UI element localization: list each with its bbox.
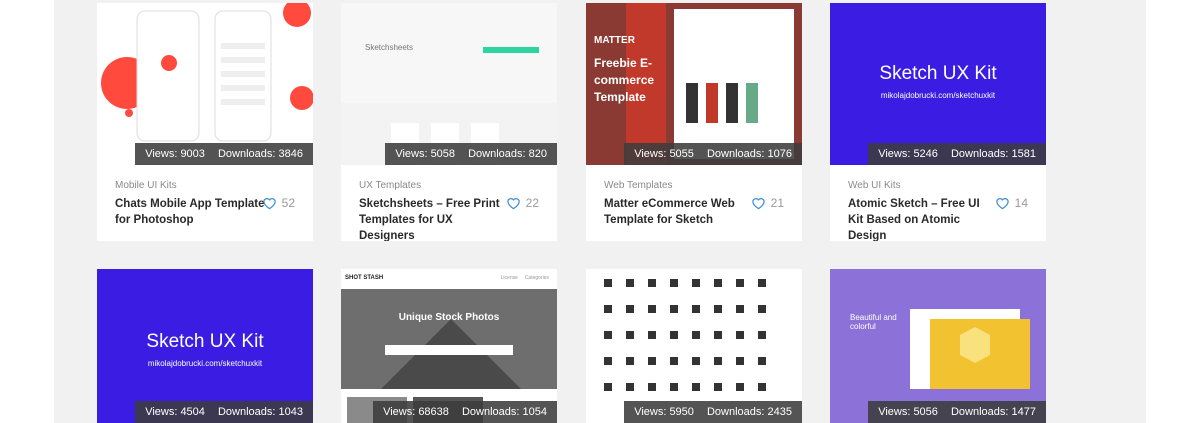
sketchsheets-preview-image	[341, 3, 557, 165]
downloads-count: Downloads: 1043	[217, 406, 303, 418]
card-category[interactable]: Web UI Kits	[848, 180, 901, 191]
stats-badge: Views: 5056 Downloads: 1477	[868, 401, 1046, 423]
downloads-count: Downloads: 3846	[217, 148, 303, 160]
card-category[interactable]: Web Templates	[604, 180, 673, 191]
views-count: Views: 5056	[878, 406, 938, 418]
thumb-heading: Sketchsheets	[364, 43, 414, 52]
template-card[interactable]: Beautiful and colorful Views: 5056 Downl…	[830, 269, 1046, 423]
downloads-count: Downloads: 1477	[950, 406, 1036, 418]
stats-badge: Views: 4504 Downloads: 1043	[135, 401, 313, 423]
card-title[interactable]: Atomic Sketch – Free UI Kit Based on Ato…	[848, 196, 998, 241]
like-count: 21	[770, 196, 784, 210]
views-count: Views: 4504	[145, 406, 205, 418]
card-thumbnail[interactable]: Sketchsheets Views: 5058 Downloads: 820	[341, 3, 557, 165]
phone-mockup-image	[101, 3, 313, 142]
card-title[interactable]: Matter eCommerce Web Template for Sketch	[604, 196, 754, 228]
thumb-heading: Freebie E-commerce Template	[594, 56, 655, 104]
landing-preview-image	[910, 309, 1030, 389]
template-card[interactable]: Sketchsheets Views: 5058 Downloads: 820 …	[341, 3, 557, 241]
card-title[interactable]: Sketchsheets – Free Print Templates for …	[359, 196, 509, 241]
like-button[interactable]: 21	[751, 196, 784, 210]
views-count: Views: 5058	[395, 148, 456, 160]
template-card[interactable]: Views: 5950 Downloads: 2435	[586, 269, 802, 423]
views-count: Views: 9003	[145, 148, 205, 160]
card-thumbnail[interactable]: Beautiful and colorful Views: 5056 Downl…	[830, 269, 1046, 423]
views-count: Views: 5055	[634, 148, 694, 160]
downloads-count: Downloads: 1054	[461, 406, 547, 418]
card-thumbnail[interactable]: Views: 9003 Downloads: 3846	[97, 3, 313, 165]
thumb-brand: MATTER	[594, 35, 635, 46]
downloads-count: Downloads: 1581	[950, 148, 1036, 160]
downloads-count: Downloads: 1076	[706, 148, 792, 160]
card-category[interactable]: UX Templates	[359, 180, 421, 191]
stats-badge: Views: 5246 Downloads: 1581	[868, 143, 1046, 165]
like-count: 52	[281, 196, 295, 210]
views-count: Views: 5950	[634, 406, 694, 418]
stats-badge: Views: 5055 Downloads: 1076	[624, 143, 802, 165]
views-count: Views: 5246	[878, 148, 938, 160]
heart-icon	[751, 198, 765, 210]
heart-icon	[995, 198, 1009, 210]
card-thumbnail[interactable]: SHOT STASH License Categories Unique Sto…	[341, 269, 557, 423]
mountain-photo-image	[341, 289, 557, 423]
like-button[interactable]: 22	[506, 196, 539, 210]
thumb-subheading: mikolajdobrucki.com/sketchuxkit	[147, 359, 263, 368]
heart-icon	[506, 198, 520, 210]
views-count: Views: 68638	[383, 406, 449, 418]
card-thumbnail[interactable]: Views: 5950 Downloads: 2435	[586, 269, 802, 423]
stats-badge: Views: 68638 Downloads: 1054	[373, 401, 557, 423]
icon-grid-image	[604, 279, 766, 391]
card-thumbnail[interactable]: Sketch UX Kit mikolajdobrucki.com/sketch…	[830, 3, 1046, 165]
thumb-heading: Sketch UX Kit	[146, 331, 264, 352]
thumb-heading: Beautiful and colorful	[850, 313, 897, 331]
card-thumbnail[interactable]: Sketch UX Kit mikolajdobrucki.com/sketch…	[97, 269, 313, 423]
template-card[interactable]: SHOT STASH License Categories Unique Sto…	[341, 269, 557, 423]
template-card[interactable]: Sketch UX Kit mikolajdobrucki.com/sketch…	[830, 3, 1046, 241]
thumb-heading: Unique Stock Photos	[398, 312, 500, 323]
like-count: 14	[1014, 196, 1028, 210]
thumb-subheading: mikolajdobrucki.com/sketchuxkit	[880, 91, 996, 100]
stats-badge: Views: 9003 Downloads: 3846	[135, 143, 313, 165]
downloads-count: Downloads: 820	[468, 148, 547, 160]
heart-icon	[262, 198, 276, 210]
template-card[interactable]: Views: 9003 Downloads: 3846 Mobile UI Ki…	[97, 3, 313, 241]
like-count: 22	[525, 196, 539, 210]
stats-badge: Views: 5058 Downloads: 820	[385, 143, 557, 165]
template-card[interactable]: MATTER Freebie E-commerce Template Views…	[586, 3, 802, 241]
card-category[interactable]: Mobile UI Kits	[115, 180, 177, 191]
card-thumbnail[interactable]: MATTER Freebie E-commerce Template Views…	[586, 3, 802, 165]
like-button[interactable]: 52	[262, 196, 295, 210]
stats-badge: Views: 5950 Downloads: 2435	[624, 401, 802, 423]
card-title[interactable]: Chats Mobile App Template for Photoshop	[115, 196, 265, 228]
thumb-heading: Sketch UX Kit	[879, 63, 997, 84]
template-card[interactable]: Sketch UX Kit mikolajdobrucki.com/sketch…	[97, 269, 313, 423]
like-button[interactable]: 14	[995, 196, 1028, 210]
downloads-count: Downloads: 2435	[706, 406, 792, 418]
